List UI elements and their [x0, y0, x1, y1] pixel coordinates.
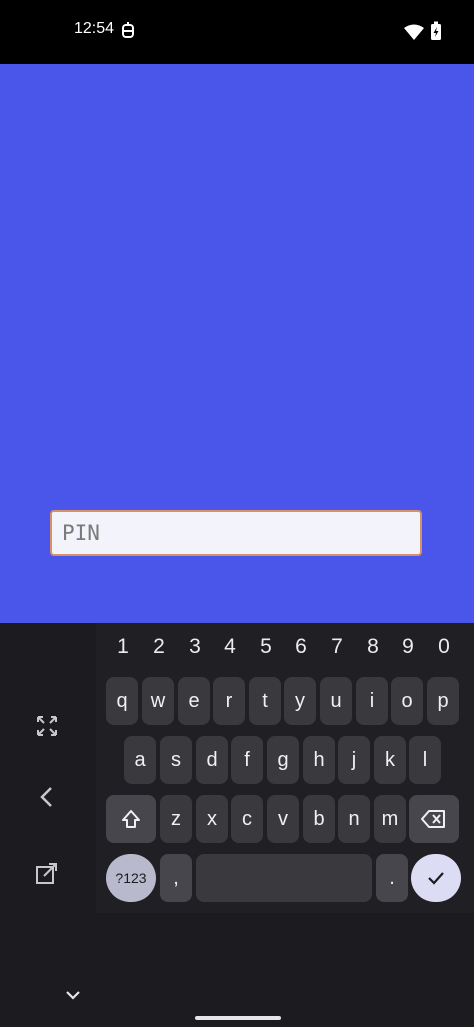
wifi-icon — [404, 24, 424, 44]
key-f[interactable]: f — [231, 736, 263, 784]
key-e[interactable]: e — [178, 677, 210, 725]
keyboard: 1 2 3 4 5 6 7 8 9 0 q w e r t y u i o p … — [0, 623, 474, 1027]
key-3[interactable]: 3 — [180, 635, 210, 659]
key-g[interactable]: g — [267, 736, 299, 784]
space-bar[interactable] — [196, 854, 372, 902]
assistant-notification-icon — [120, 22, 136, 44]
key-8[interactable]: 8 — [358, 635, 388, 659]
symbols-button[interactable]: ?123 — [106, 854, 156, 902]
key-k[interactable]: k — [374, 736, 406, 784]
key-p[interactable]: p — [427, 677, 459, 725]
key-4[interactable]: 4 — [215, 635, 245, 659]
key-l[interactable]: l — [409, 736, 441, 784]
enter-button[interactable] — [411, 854, 461, 902]
key-q[interactable]: q — [106, 677, 138, 725]
checkmark-icon — [428, 872, 444, 885]
key-t[interactable]: t — [249, 677, 281, 725]
shift-button[interactable] — [106, 795, 156, 843]
key-panel: 1 2 3 4 5 6 7 8 9 0 q w e r t y u i o p … — [96, 623, 474, 913]
gesture-navigation-bar[interactable] — [195, 1016, 281, 1020]
backspace-icon — [421, 810, 445, 828]
status-time: 12:54 — [74, 20, 115, 37]
backspace-button[interactable] — [409, 795, 459, 843]
back-arrow-button[interactable] — [30, 780, 64, 814]
float-window-icon — [36, 863, 57, 884]
key-1[interactable]: 1 — [108, 635, 138, 659]
hide-keyboard-button[interactable] — [64, 986, 82, 1005]
chevron-left-icon — [40, 787, 52, 807]
key-0[interactable]: 0 — [429, 635, 459, 659]
status-bar: 12:54 — [0, 0, 474, 64]
key-u[interactable]: u — [320, 677, 352, 725]
expand-icon — [37, 716, 57, 736]
key-7[interactable]: 7 — [322, 635, 352, 659]
key-w[interactable]: w — [142, 677, 174, 725]
key-z[interactable]: z — [160, 795, 192, 843]
key-m[interactable]: m — [374, 795, 406, 843]
key-b[interactable]: b — [303, 795, 335, 843]
key-s[interactable]: s — [160, 736, 192, 784]
shift-icon — [122, 810, 140, 828]
pin-input[interactable] — [50, 510, 422, 556]
chevron-down-icon — [66, 991, 80, 1000]
key-5[interactable]: 5 — [251, 635, 281, 659]
key-c[interactable]: c — [231, 795, 263, 843]
key-y[interactable]: y — [284, 677, 316, 725]
key-2[interactable]: 2 — [144, 635, 174, 659]
key-r[interactable]: r — [213, 677, 245, 725]
key-v[interactable]: v — [267, 795, 299, 843]
key-h[interactable]: h — [303, 736, 335, 784]
key-d[interactable]: d — [196, 736, 228, 784]
resize-keyboard-button[interactable] — [30, 709, 64, 743]
key-a[interactable]: a — [124, 736, 156, 784]
key-6[interactable]: 6 — [286, 635, 316, 659]
float-keyboard-button[interactable] — [30, 856, 64, 890]
key-x[interactable]: x — [196, 795, 228, 843]
battery-charging-icon — [430, 21, 442, 45]
key-n[interactable]: n — [338, 795, 370, 843]
app-content — [0, 64, 474, 623]
key-9[interactable]: 9 — [393, 635, 423, 659]
key-i[interactable]: i — [356, 677, 388, 725]
key-j[interactable]: j — [338, 736, 370, 784]
period-key[interactable]: . — [376, 854, 408, 902]
key-o[interactable]: o — [391, 677, 423, 725]
comma-key[interactable]: , — [160, 854, 192, 902]
